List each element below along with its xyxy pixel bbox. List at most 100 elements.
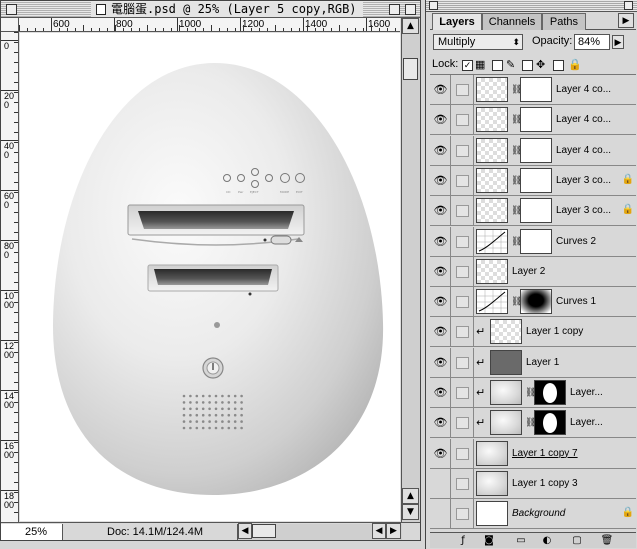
trash-icon[interactable]: 🗑: [600, 534, 614, 547]
layer-mask-thumbnail[interactable]: [520, 289, 552, 315]
scroll-right-button[interactable]: ▶: [386, 523, 401, 539]
new-layer-icon[interactable]: ▢: [570, 534, 584, 547]
layer-thumbnail[interactable]: [476, 228, 508, 254]
chain-link-icon[interactable]: ⛓: [511, 296, 522, 308]
layer-style-icon[interactable]: ƒ: [456, 534, 470, 547]
visibility-eye-icon[interactable]: 👁: [431, 165, 451, 195]
vertical-ruler[interactable]: 0 200 400 600 800 1000 1200 1400 1600 1800: [1, 32, 19, 522]
visibility-eye-icon[interactable]: 👁: [431, 287, 451, 317]
layer-thumbnail[interactable]: [476, 470, 508, 496]
link-toggle[interactable]: [452, 196, 474, 226]
layer-row[interactable]: 👁 ⛓ Curves 1: [430, 287, 636, 318]
layer-mask-thumbnail[interactable]: [520, 77, 552, 102]
link-toggle[interactable]: [452, 135, 474, 165]
link-toggle[interactable]: [452, 438, 474, 468]
link-toggle[interactable]: [452, 287, 474, 317]
palette-menu-button[interactable]: ▶: [618, 13, 634, 28]
layer-thumbnail[interactable]: [476, 137, 508, 163]
layer-thumbnail[interactable]: [476, 289, 508, 315]
horizontal-scroll-thumb[interactable]: [252, 524, 276, 538]
layer-thumbnail[interactable]: [490, 349, 522, 375]
layer-thumbnail[interactable]: [476, 107, 508, 133]
layer-mask-thumbnail[interactable]: [534, 380, 566, 405]
layer-row[interactable]: 👁 ⛓ Layer 3 co... 🔒: [430, 196, 636, 227]
layer-thumbnail[interactable]: [476, 440, 508, 466]
visibility-eye-icon[interactable]: [431, 468, 451, 498]
horizontal-scrollbar[interactable]: ◀ ◀ ▶: [237, 523, 402, 540]
visibility-eye-icon[interactable]: 👁: [431, 317, 451, 347]
collapse-box[interactable]: [405, 4, 416, 15]
link-toggle[interactable]: [452, 226, 474, 256]
link-toggle[interactable]: [452, 165, 474, 195]
layer-row[interactable]: 👁 ↵ Layer 1 copy: [430, 317, 636, 348]
tab-channels[interactable]: Channels: [482, 13, 542, 30]
chain-link-icon[interactable]: ⛓: [511, 205, 522, 217]
palette-close-box[interactable]: [429, 1, 438, 10]
visibility-eye-icon[interactable]: 👁: [431, 347, 451, 377]
vertical-scroll-thumb[interactable]: [403, 58, 418, 80]
visibility-eye-icon[interactable]: [431, 499, 451, 529]
scroll-left-button[interactable]: ◀: [238, 523, 252, 539]
layer-mask-thumbnail[interactable]: [534, 410, 566, 436]
layer-row[interactable]: 👁 ↵ Layer 1: [430, 347, 636, 378]
layer-thumbnail[interactable]: [476, 198, 508, 224]
link-toggle[interactable]: [452, 378, 474, 407]
opacity-field[interactable]: 84%: [574, 34, 610, 50]
document-size-readout[interactable]: Doc: 14.1M/124.4M: [67, 524, 237, 540]
visibility-eye-icon[interactable]: 👁: [431, 256, 451, 286]
link-toggle[interactable]: [452, 317, 474, 347]
document-titlebar[interactable]: 電腦蛋.psd @ 25% (Layer 5 copy,RGB): [1, 1, 420, 18]
chain-link-icon[interactable]: ⛓: [511, 114, 522, 126]
link-toggle[interactable]: [452, 105, 474, 135]
layer-thumbnail[interactable]: [490, 380, 522, 405]
scroll-left-button-right[interactable]: ◀: [372, 523, 386, 539]
layer-mask-thumbnail[interactable]: [520, 137, 552, 163]
layer-mask-thumbnail[interactable]: [520, 107, 552, 133]
link-toggle[interactable]: [452, 75, 474, 104]
layer-thumbnail[interactable]: [490, 319, 522, 345]
lock-image-checkbox[interactable]: [492, 60, 503, 71]
visibility-eye-icon[interactable]: 👁: [431, 196, 451, 226]
link-toggle[interactable]: [452, 408, 474, 438]
layer-thumbnail[interactable]: [476, 501, 508, 527]
visibility-eye-icon[interactable]: 👁: [431, 378, 451, 407]
lock-all-checkbox[interactable]: [553, 60, 564, 71]
zoom-field[interactable]: 25%: [1, 524, 63, 540]
layer-thumbnail[interactable]: [476, 258, 508, 284]
image-canvas[interactable]: CD Pwr EJECT MODE EXIT: [20, 33, 400, 521]
palette-collapse-box[interactable]: [624, 1, 633, 10]
add-mask-icon[interactable]: ◙: [482, 534, 496, 547]
new-set-icon[interactable]: ▭: [514, 534, 528, 547]
layer-thumbnail[interactable]: [490, 410, 522, 436]
link-toggle[interactable]: [452, 347, 474, 377]
chain-link-icon[interactable]: ⛓: [511, 175, 522, 187]
opacity-slider-button[interactable]: ▶: [612, 35, 624, 49]
visibility-eye-icon[interactable]: 👁: [431, 438, 451, 468]
horizontal-ruler[interactable]: 60080010001200140016001800: [19, 18, 400, 32]
layer-row[interactable]: 👁 ⛓ Layer 4 co...: [430, 135, 636, 166]
zoom-box[interactable]: [389, 4, 400, 15]
visibility-eye-icon[interactable]: 👁: [431, 135, 451, 165]
link-toggle[interactable]: [452, 499, 474, 529]
visibility-eye-icon[interactable]: 👁: [431, 226, 451, 256]
chain-link-icon[interactable]: ⛓: [511, 84, 522, 96]
layer-row[interactable]: 👁 Layer 2: [430, 256, 636, 287]
layer-list[interactable]: 👁 ⛓ Layer 4 co... 👁 ⛓ Layer 4 co... 👁 ⛓ Layer 4 …: [430, 74, 636, 532]
link-toggle[interactable]: [452, 468, 474, 498]
layer-mask-thumbnail[interactable]: [520, 167, 552, 193]
palette-titlebar[interactable]: [426, 0, 637, 12]
layer-row[interactable]: Layer 1 copy 3: [430, 468, 636, 499]
chain-link-icon[interactable]: ⛓: [525, 417, 536, 429]
layer-row[interactable]: 👁 ⛓ Curves 2: [430, 226, 636, 257]
visibility-eye-icon[interactable]: 👁: [431, 105, 451, 135]
link-toggle[interactable]: [452, 256, 474, 286]
layer-row[interactable]: 👁 ⛓ Layer 4 co...: [430, 75, 636, 105]
layer-thumbnail[interactable]: [476, 77, 508, 102]
vertical-scrollbar[interactable]: ▲ ▲ ▼: [401, 18, 420, 522]
chain-link-icon[interactable]: ⛓: [525, 387, 536, 399]
tab-layers[interactable]: Layers: [432, 13, 482, 30]
chain-link-icon[interactable]: ⛓: [511, 236, 522, 248]
lock-position-checkbox[interactable]: [522, 60, 533, 71]
lock-transparency-checkbox[interactable]: ✓: [462, 60, 473, 71]
blend-mode-select[interactable]: Multiply ⬍: [433, 34, 523, 50]
